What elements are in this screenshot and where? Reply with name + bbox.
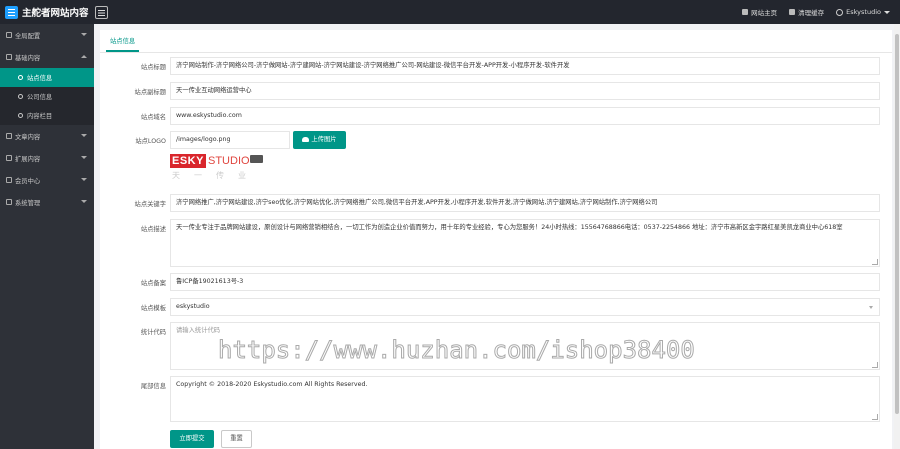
sidebar-item-system[interactable]: 系统管理: [0, 191, 94, 213]
user-menu[interactable]: Eskystudio: [836, 8, 890, 16]
gear-icon: [18, 75, 23, 80]
sidebar-item-label: 内容栏目: [27, 113, 53, 120]
top-bar: 主舵者网站内容 网站主页 清理缓存 Eskystudio: [0, 0, 900, 24]
main-content: 站点信息 站点标题 济宁网站制作-济宁网络公司-济宁做网站-济宁建网站-济宁网站…: [94, 24, 900, 449]
submit-button[interactable]: 立即提交: [170, 430, 214, 448]
user-name: Eskystudio: [846, 8, 881, 16]
sidebar: 全局配置 基础内容 站点信息 公司信息 内容栏目 文章内容 扩展内容 会员中心 …: [0, 24, 94, 449]
title-input[interactable]: 济宁网站制作-济宁网络公司-济宁做网站-济宁建网站-济宁网站建设-济宁网络推广公…: [170, 57, 880, 75]
sidebar-item-global-config[interactable]: 全局配置: [0, 24, 94, 46]
gear-icon: [18, 94, 23, 99]
menu-toggle-icon[interactable]: [95, 6, 108, 19]
logo-preview-text: STUDIO: [208, 155, 250, 167]
sidebar-item-members[interactable]: 会员中心: [0, 169, 94, 191]
footer-textarea[interactable]: Copyright © 2018-2020 Eskystudio.com All…: [170, 376, 880, 422]
logo-path-input[interactable]: /images/logo.png: [170, 131, 290, 149]
clear-cache-label: 清理缓存: [798, 9, 825, 17]
template-label: 站点模板: [140, 305, 166, 312]
chevron-down-icon: [81, 33, 87, 36]
logo-label: 站点LOGO: [135, 138, 166, 145]
sidebar-item-label: 文章内容: [15, 133, 41, 141]
tab-bar: 站点信息: [100, 30, 892, 53]
sidebar-item-label: 系统管理: [15, 199, 41, 207]
layers-icon: [6, 54, 12, 60]
icp-input[interactable]: 鲁ICP备19021613号-3: [170, 273, 880, 291]
sidebar-item-content-columns[interactable]: 内容栏目: [0, 106, 94, 125]
settings-icon: [6, 199, 12, 205]
resize-grip-icon[interactable]: [872, 414, 878, 420]
sidebar-item-extensions[interactable]: 扩展内容: [0, 147, 94, 169]
footer-text: Copyright © 2018-2020 Eskystudio.com All…: [176, 381, 368, 388]
logo-preview-subtext: 天一传业: [172, 171, 260, 180]
sidebar-item-articles[interactable]: 文章内容: [0, 125, 94, 147]
globe-icon: [6, 32, 12, 38]
domain-label: 站点域名: [140, 114, 166, 121]
chevron-down-icon: [869, 306, 873, 309]
subtitle-label: 站点副标题: [134, 89, 166, 96]
resize-grip-icon[interactable]: [872, 362, 878, 368]
scrollbar-thumb[interactable]: [895, 34, 899, 414]
sidebar-item-label: 站点信息: [27, 75, 53, 82]
trash-icon: [789, 9, 796, 15]
footer-label: 尾部信息: [140, 383, 166, 390]
top-right-nav: 网站主页 清理缓存 Eskystudio: [742, 0, 890, 24]
sidebar-item-site-info[interactable]: 站点信息: [0, 68, 94, 87]
watermark-text: https://www.huzhan.com/ishop38400: [218, 336, 696, 365]
upload-button-label: 上传图片: [311, 136, 337, 143]
domain-input[interactable]: www.eskystudio.com: [170, 107, 880, 125]
user-icon: [6, 177, 12, 183]
chevron-down-icon: [81, 200, 87, 203]
app-title: 主舵者网站内容: [22, 8, 89, 19]
keywords-input[interactable]: 济宁网络推广,济宁网站建设,济宁seo优化,济宁网站优化,济宁网络推广公司,微信…: [170, 194, 880, 212]
logo-preview: ESKY STUDIO 天一传业: [170, 154, 265, 184]
description-textarea[interactable]: 天一传业专注于品牌网站建设，原创设计与网络营销相结合，一切工作为创造企业价值而努…: [170, 219, 880, 267]
app-logo[interactable]: 主舵者网站内容: [0, 0, 92, 24]
sidebar-item-label: 全局配置: [15, 32, 41, 40]
sidebar-item-company-info[interactable]: 公司信息: [0, 87, 94, 106]
chevron-down-icon: [81, 134, 87, 137]
stats-label: 统计代码: [140, 329, 166, 336]
chevron-down-icon: [81, 178, 87, 181]
chevron-down-icon: [81, 156, 87, 159]
stats-placeholder: 请输入统计代码: [176, 327, 221, 334]
page-scrollbar[interactable]: [894, 24, 900, 449]
upload-image-button[interactable]: 上传图片: [293, 131, 346, 149]
logo-badge-icon: [250, 155, 263, 163]
description-label: 站点描述: [140, 226, 166, 233]
file-icon: [6, 133, 12, 139]
sidebar-item-basic-content[interactable]: 基础内容: [0, 46, 94, 68]
logo-preview-text-red: ESKY: [170, 154, 206, 168]
chevron-down-icon: [884, 10, 890, 14]
tool-icon: [6, 155, 12, 161]
template-select[interactable]: eskystudio: [170, 298, 880, 316]
resize-grip-icon[interactable]: [872, 259, 878, 265]
logo-icon: [5, 5, 18, 19]
template-select-value: eskystudio: [176, 303, 210, 310]
title-label: 站点标题: [140, 64, 166, 71]
sidebar-item-label: 公司信息: [27, 94, 53, 101]
description-text: 天一传业专注于品牌网站建设，原创设计与网络营销相结合，一切工作为创造企业价值而努…: [176, 224, 843, 231]
sidebar-item-label: 扩展内容: [15, 155, 41, 163]
reset-button[interactable]: 重置: [221, 430, 252, 448]
home-icon: [742, 9, 749, 15]
list-icon: [18, 113, 23, 118]
clear-cache-link[interactable]: 清理缓存: [789, 7, 824, 17]
home-link[interactable]: 网站主页: [742, 7, 777, 17]
subtitle-input[interactable]: 天一传业互动网络运营中心: [170, 82, 880, 100]
user-icon: [836, 8, 844, 16]
sidebar-item-label: 基础内容: [15, 54, 41, 62]
sidebar-submenu: 站点信息 公司信息 内容栏目: [0, 68, 94, 125]
tab-site-info[interactable]: 站点信息: [106, 30, 140, 52]
home-link-label: 网站主页: [751, 9, 778, 17]
form-card: 站点信息 站点标题 济宁网站制作-济宁网络公司-济宁做网站-济宁建网站-济宁网站…: [100, 30, 892, 449]
icp-label: 站点备案: [140, 280, 166, 287]
chevron-up-icon: [81, 55, 87, 58]
sidebar-item-label: 会员中心: [15, 177, 41, 185]
cloud-upload-icon: [302, 137, 310, 142]
keywords-label: 站点关键字: [134, 201, 166, 208]
